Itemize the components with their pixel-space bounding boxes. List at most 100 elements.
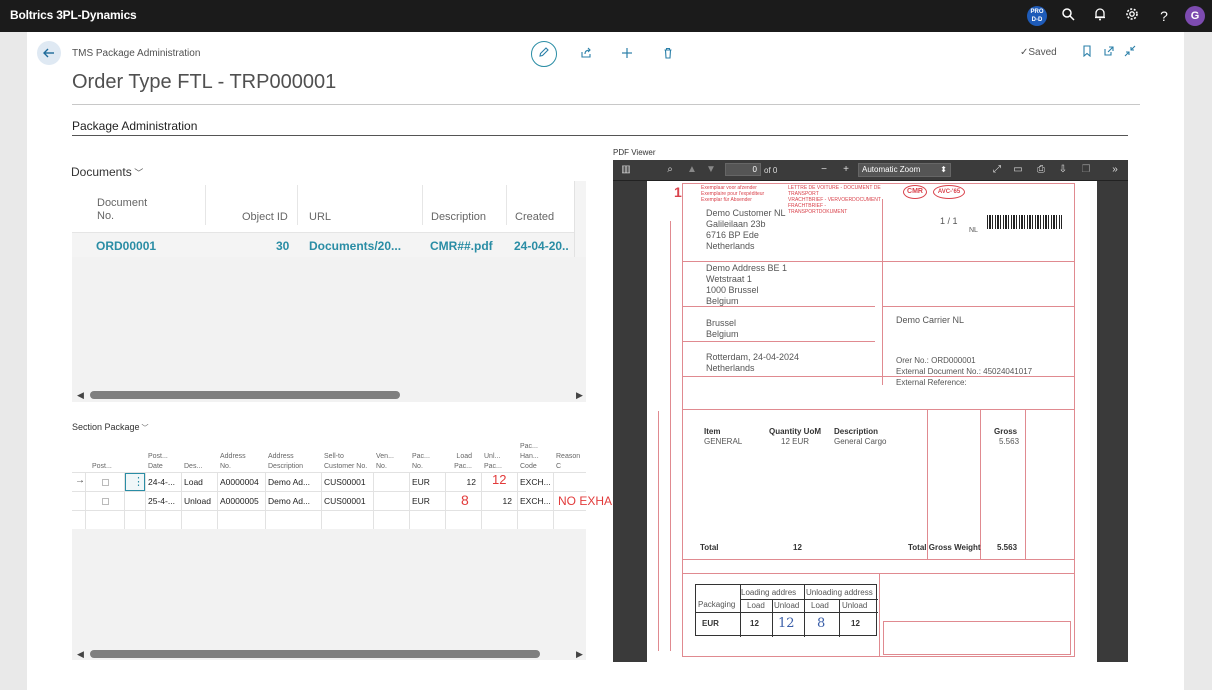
customer-no-cell[interactable]: CUS00001 xyxy=(324,477,366,487)
col-address-description[interactable]: Address Description xyxy=(268,436,316,472)
open-new-window-icon[interactable] xyxy=(1101,45,1117,61)
tools-icon[interactable]: » xyxy=(1108,163,1122,177)
horizontal-scrollbar[interactable] xyxy=(90,391,400,399)
col-description[interactable]: Description xyxy=(431,181,491,231)
section-title[interactable]: Package Administration xyxy=(72,119,197,133)
search-icon[interactable] xyxy=(1058,6,1078,26)
cmr-total-weight-label: Total Gross Weight xyxy=(908,543,981,552)
table-row[interactable]: → ⋮ 24-4-... Load A0000004 Demo Ad... CU… xyxy=(72,472,586,491)
pack-header-loading: Loading addres xyxy=(741,588,797,597)
cmr-goods-cell: 12 EUR xyxy=(781,437,810,446)
col-description[interactable]: Des... xyxy=(184,436,208,472)
description-cell[interactable]: Unload xyxy=(184,496,211,506)
unload-package-cell[interactable]: 12 xyxy=(484,496,512,506)
cmr-total-weight: 5.563 xyxy=(997,543,1018,552)
back-button[interactable] xyxy=(37,41,61,65)
address-description-cell[interactable]: Demo Ad... xyxy=(268,496,310,506)
breadcrumb[interactable]: TMS Package Administration xyxy=(72,48,200,59)
row-menu-button[interactable]: ⋮ xyxy=(125,473,145,491)
horizontal-scrollbar[interactable] xyxy=(90,650,540,658)
cmr-rule xyxy=(882,306,1075,307)
open-file-icon[interactable]: ▭ xyxy=(1011,163,1025,177)
bookmark-icon[interactable] xyxy=(1079,45,1095,61)
delete-button[interactable] xyxy=(655,41,681,67)
print-icon[interactable]: ⎙ xyxy=(1034,163,1048,177)
cmr-goods-header: Gross xyxy=(994,427,1018,436)
document-no-cell[interactable]: ORD00001 xyxy=(96,239,156,253)
load-package-cell[interactable]: 12 xyxy=(448,477,476,487)
customer-no-cell[interactable]: CUS00001 xyxy=(324,496,366,506)
package-no-cell[interactable]: EUR xyxy=(412,477,430,487)
zoom-out-icon[interactable]: − xyxy=(817,163,831,177)
posting-date-cell[interactable]: 24-4-... xyxy=(148,477,175,487)
scroll-left-icon[interactable]: ◀ xyxy=(77,649,84,660)
url-cell[interactable]: Documents/20... xyxy=(309,239,401,253)
documents-caption[interactable]: Documents ﹀ xyxy=(71,165,143,179)
cmr-goods-header: Description xyxy=(834,427,879,436)
table-row[interactable]: ORD00001 30 Documents/20... CMR##.pdf 24… xyxy=(72,232,574,257)
cmr-consignee-line: 1000 Brussel xyxy=(706,285,759,295)
zoom-select[interactable]: Automatic Zoom ⬍ xyxy=(858,163,951,177)
package-no-cell[interactable]: EUR xyxy=(412,496,430,506)
pack-subheader: Load xyxy=(747,601,765,610)
section-package-caption[interactable]: Section Package ﹀ xyxy=(72,422,149,433)
posted-checkbox[interactable] xyxy=(102,498,109,505)
col-address-no[interactable]: Address No. xyxy=(220,436,254,472)
table-row-empty[interactable] xyxy=(72,510,586,529)
posting-date-cell[interactable]: 25-4-... xyxy=(148,496,175,506)
col-sell-to-customer[interactable]: Sell-to Customer No. xyxy=(324,436,368,472)
new-button[interactable] xyxy=(614,41,640,67)
cmr-loading-line: Netherlands xyxy=(706,363,755,373)
avatar[interactable]: G xyxy=(1185,6,1205,26)
handling-code-cell[interactable]: EXCH... xyxy=(520,477,551,487)
package-table: Post... Post... Date Des... Address No. … xyxy=(72,436,586,529)
table-row[interactable]: 25-4-... Unload A0000005 Demo Ad... CUS0… xyxy=(72,491,586,510)
col-object-id[interactable]: Object ID xyxy=(242,181,292,231)
scroll-right-icon[interactable]: ▶ xyxy=(576,649,583,660)
app-title[interactable]: Boltrics 3PL-Dynamics xyxy=(10,8,137,22)
pack-subheader: Load xyxy=(811,601,829,610)
help-icon[interactable]: ? xyxy=(1154,6,1174,26)
cmr-goods-cell: GENERAL xyxy=(704,437,743,446)
zoom-in-icon[interactable]: + xyxy=(839,163,853,177)
pdf-search-icon[interactable]: ⌕ xyxy=(663,163,677,177)
col-package-no[interactable]: Pac... No. xyxy=(412,436,438,472)
annotation-load-8: 8 xyxy=(461,492,469,508)
page-number-input[interactable]: 0 xyxy=(725,163,761,176)
scroll-left-icon[interactable]: ◀ xyxy=(77,390,84,401)
cmr-country-code: NL xyxy=(969,227,978,234)
bell-icon[interactable] xyxy=(1090,6,1110,26)
pro-badge-icon[interactable]: PRO D-D xyxy=(1027,6,1047,26)
address-no-cell[interactable]: A0000005 xyxy=(220,496,259,506)
gear-icon[interactable] xyxy=(1122,6,1142,26)
col-vendor-no[interactable]: Ven... No. xyxy=(376,436,402,472)
col-handling-code[interactable]: Pac... Han... Code xyxy=(520,436,548,472)
presentation-mode-icon[interactable]: ⤢ xyxy=(990,163,1004,177)
col-created[interactable]: Created xyxy=(515,181,565,231)
bookmark-icon[interactable]: ❐ xyxy=(1079,163,1093,177)
sidebar-toggle-icon[interactable]: ▥ xyxy=(619,163,633,177)
edit-button[interactable] xyxy=(531,41,557,67)
col-posting-date[interactable]: Post... Date xyxy=(148,436,178,472)
share-button[interactable] xyxy=(573,41,599,67)
col-document-no[interactable]: Document No. xyxy=(97,181,167,231)
col-load-package[interactable]: Load Pac... xyxy=(448,436,472,472)
address-no-cell[interactable]: A0000004 xyxy=(220,477,259,487)
scroll-right-icon[interactable]: ▶ xyxy=(576,390,583,401)
cmr-rule xyxy=(1025,409,1026,559)
col-unload-package[interactable]: Unl... Pac... xyxy=(484,436,508,472)
address-description-cell[interactable]: Demo Ad... xyxy=(268,477,310,487)
collapse-icon[interactable] xyxy=(1122,45,1138,61)
next-page-icon[interactable]: ▼ xyxy=(704,163,718,177)
cmr-margin-line xyxy=(658,411,659,651)
col-reason-code[interactable]: Reason C xyxy=(556,436,586,472)
col-url[interactable]: URL xyxy=(309,181,349,231)
documents-side-scrollbar[interactable] xyxy=(574,181,586,257)
page-count: of 0 xyxy=(764,166,778,175)
download-icon[interactable]: ⇩ xyxy=(1056,163,1070,177)
posted-checkbox[interactable] xyxy=(102,479,109,486)
previous-page-icon[interactable]: ▲ xyxy=(685,163,699,177)
description-cell[interactable]: Load xyxy=(184,477,203,487)
col-posted[interactable]: Post... xyxy=(92,436,118,472)
handling-code-cell[interactable]: EXCH... xyxy=(520,496,551,506)
